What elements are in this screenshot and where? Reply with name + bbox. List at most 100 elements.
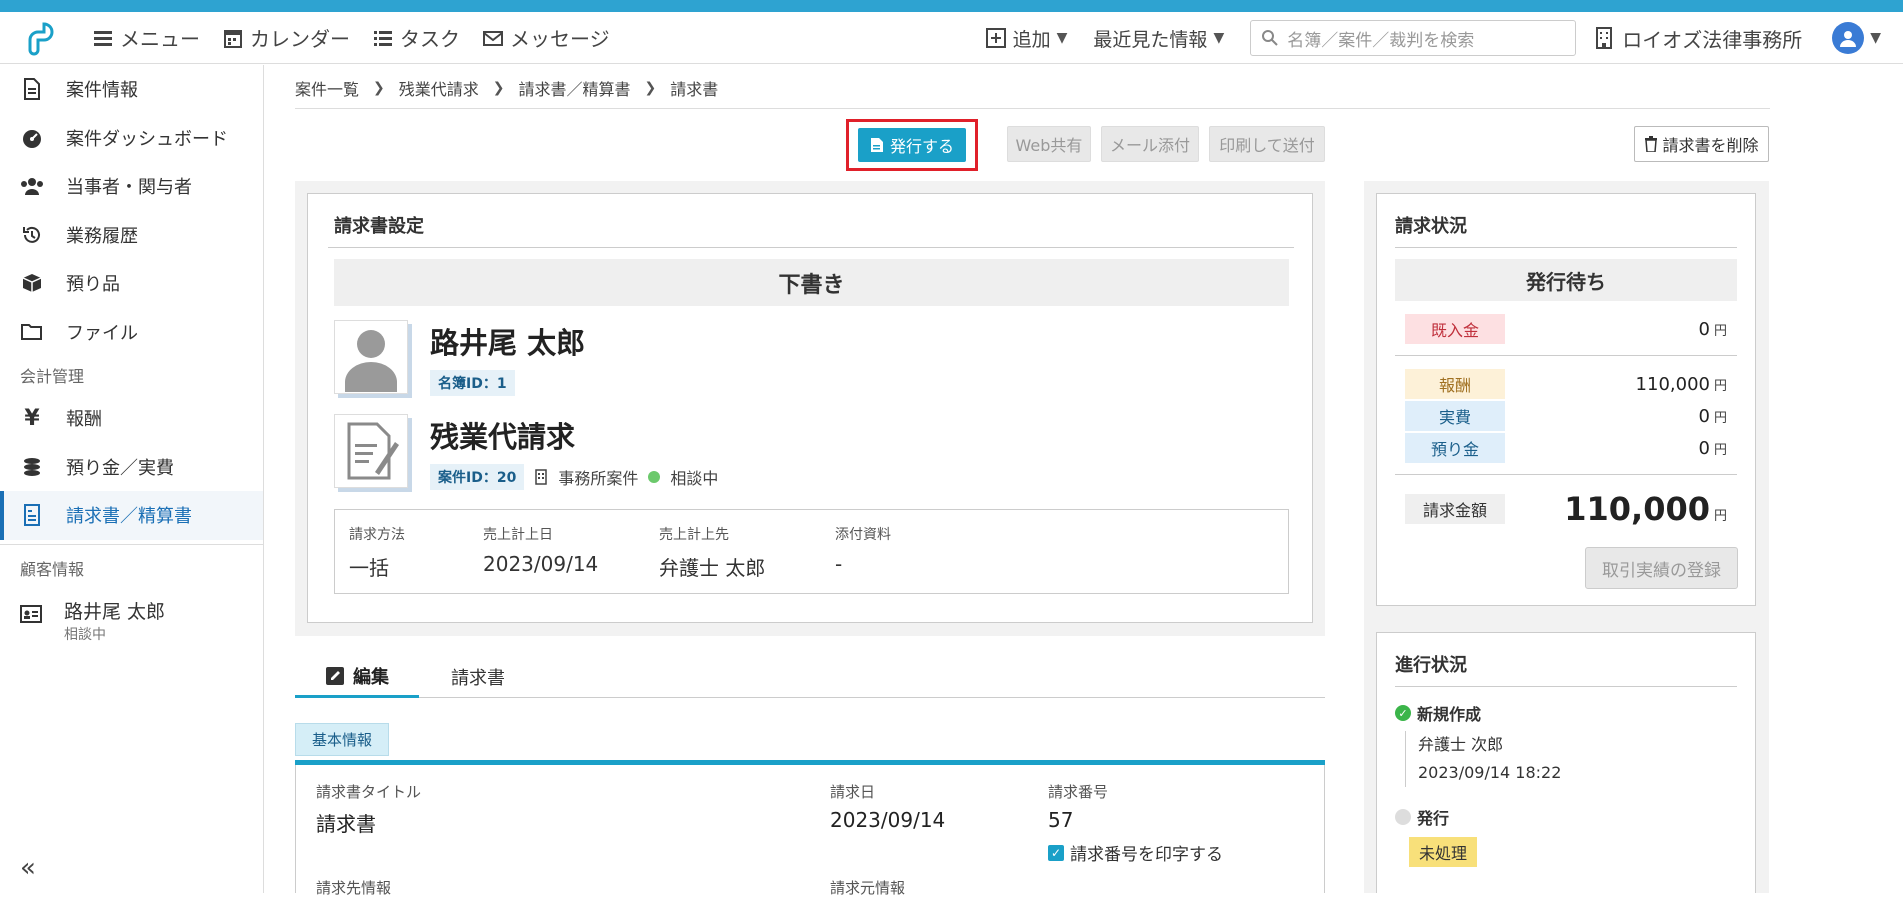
billing-status-title: 請求状況 (1395, 216, 1467, 237)
search-input[interactable]: 名簿／案件／裁判を検索 (1250, 20, 1577, 56)
sidebar-item-history[interactable]: 業務履歴 (0, 211, 263, 260)
message-button[interactable]: メッセージ (482, 23, 610, 52)
progress-step-created: ✓ 新規作成 弁護士 次郎 2023/09/14 18:22 (1395, 701, 1561, 787)
matter-type: 事務所案件 (558, 469, 639, 488)
draft-status: 下書き (334, 259, 1289, 306)
calendar-icon (224, 29, 242, 48)
dashboard-icon (20, 126, 44, 150)
received-tag: 既入金 (1405, 314, 1505, 344)
app-logo[interactable] (10, 12, 70, 64)
person-name[interactable]: 路井尾 太郎 (430, 320, 585, 362)
expense-tag: 実費 (1405, 401, 1505, 431)
sales-to-value: 弁護士 太郎 (659, 556, 766, 580)
sidebar: 案件情報 案件ダッシュボード 当事者・関与者 業務履歴 預り品 ファイル 会計管… (0, 65, 264, 893)
divider (1395, 247, 1737, 248)
print-number-checkbox[interactable]: ✓ 請求番号を印字する (1048, 840, 1223, 865)
check-circle-icon: ✓ (1395, 705, 1411, 721)
list-icon (374, 30, 392, 46)
matter-status: 相談中 (670, 469, 719, 488)
sidebar-item-custody[interactable]: 預り品 (0, 259, 263, 308)
sidebar-client[interactable]: 路井尾 太郎 相談中 (0, 597, 263, 644)
deposit-row: 預り金 0円 (1405, 433, 1727, 463)
billing-status: 発行待ち (1395, 259, 1737, 301)
search-placeholder: 名簿／案件／裁判を検索 (1287, 30, 1475, 51)
fee-amount: 110,000 (1635, 373, 1710, 395)
register-transaction-button[interactable]: 取引実績の登録 (1585, 547, 1738, 589)
pencil-icon (326, 666, 344, 685)
divider (1395, 474, 1737, 475)
matter-section: 残業代請求 案件ID：20 事務所案件 相談中 (334, 414, 718, 490)
received-amount: 0 (1698, 318, 1710, 340)
sidebar-item-matter-info[interactable]: 案件情報 (0, 65, 263, 114)
history-icon (20, 223, 44, 247)
add-label: 追加 (1012, 28, 1051, 51)
breadcrumb-item[interactable]: 残業代請求 (399, 76, 479, 100)
sales-date-value: 2023/09/14 (483, 552, 599, 576)
chevron-right-icon: ❯ (492, 80, 505, 96)
attachment-label: 添付資料 (835, 527, 891, 543)
building-icon (1596, 27, 1613, 49)
mail-attach-label: メール添付 (1109, 136, 1190, 155)
sidebar-item-label: 案件ダッシュボード (66, 128, 228, 150)
person-section: 路井尾 太郎 名簿ID：1 (334, 320, 585, 396)
calendar-button[interactable]: カレンダー (222, 23, 350, 52)
sidebar-item-deposit[interactable]: 預り金／実費 (0, 443, 263, 492)
divider (1395, 355, 1737, 356)
issue-button[interactable]: 発行する (857, 128, 966, 162)
sidebar-item-label: 預り金／実費 (66, 457, 174, 479)
breadcrumb-item[interactable]: 案件一覧 (295, 76, 359, 100)
add-dropdown[interactable]: 追加 ▼ (985, 25, 1067, 52)
web-share-button[interactable]: Web共有 (1007, 126, 1091, 162)
contract-pen-icon (334, 414, 408, 488)
invoice-number-label: 請求番号 (1048, 783, 1109, 801)
web-share-label: Web共有 (1015, 136, 1083, 155)
method-label: 請求方法 (349, 527, 405, 543)
billing-status-card: 請求状況 発行待ち 既入金 0円 報酬 110,000 円 実費 0円 預り金 0… (1376, 193, 1756, 606)
deposit-amount: 0 (1698, 437, 1710, 459)
user-menu[interactable]: ▼ (1832, 22, 1881, 54)
menu-button[interactable]: メニュー (92, 23, 200, 52)
collapse-sidebar-icon[interactable]: « (20, 853, 36, 883)
mail-attach-button[interactable]: メール添付 (1101, 126, 1199, 162)
divider (1395, 686, 1737, 687)
office-name[interactable]: ロイオズ法律事務所 (1594, 24, 1802, 53)
sales-to-label: 売上計上先 (659, 527, 729, 543)
method-value: 一括 (349, 556, 389, 580)
progress-step-issue: 発行 未処理 (1395, 805, 1478, 867)
invoice-date-value: 2023/09/14 (830, 808, 946, 832)
bill-from-label: 請求元情報 (830, 879, 906, 897)
matter-name[interactable]: 残業代請求 (430, 414, 718, 456)
print-send-button[interactable]: 印刷して送付 (1209, 126, 1325, 162)
sidebar-item-files[interactable]: ファイル (0, 308, 263, 357)
document-icon (870, 138, 883, 152)
basic-info-badge: 基本情報 (295, 723, 390, 756)
task-button[interactable]: タスク (372, 23, 460, 52)
recent-label: 最近見た情報 (1093, 28, 1208, 51)
sidebar-item-fee[interactable]: ¥ 報酬 (0, 394, 263, 443)
breadcrumb-item[interactable]: 請求書／精算書 (519, 76, 631, 100)
total-tag: 請求金額 (1405, 494, 1505, 524)
invoice-number-value: 57 (1048, 808, 1074, 832)
print-number-label: 請求番号を印字する (1070, 845, 1223, 865)
sidebar-item-invoice[interactable]: 請求書／精算書 (0, 491, 263, 540)
basic-info-form: 請求書タイトル 請求書 請求日 2023/09/14 請求番号 57 ✓ 請求番… (295, 765, 1325, 897)
user-avatar-icon (1832, 22, 1865, 54)
document-icon (20, 77, 44, 101)
issue-label: 発行する (889, 137, 954, 156)
yen-unit: 円 (1713, 323, 1727, 339)
breadcrumb-divider (295, 108, 1770, 109)
fee-row: 報酬 110,000 円 (1405, 369, 1727, 399)
folder-icon (20, 320, 44, 344)
menu-label: メニュー (120, 27, 200, 51)
person-avatar-icon (334, 320, 408, 394)
sidebar-item-parties[interactable]: 当事者・関与者 (0, 162, 263, 211)
yen-unit: 円 (1713, 442, 1727, 458)
recent-dropdown[interactable]: 最近見た情報 ▼ (1093, 25, 1224, 52)
invoice-title-value: 請求書 (316, 812, 376, 836)
top-stripe (0, 0, 1903, 12)
sidebar-item-dashboard[interactable]: 案件ダッシュボード (0, 114, 263, 163)
tab-edit[interactable]: 編集 (295, 656, 419, 698)
delete-invoice-button[interactable]: 請求書を削除 (1634, 126, 1769, 162)
tab-invoice[interactable]: 請求書 (451, 656, 505, 698)
calendar-label: カレンダー (250, 27, 350, 51)
